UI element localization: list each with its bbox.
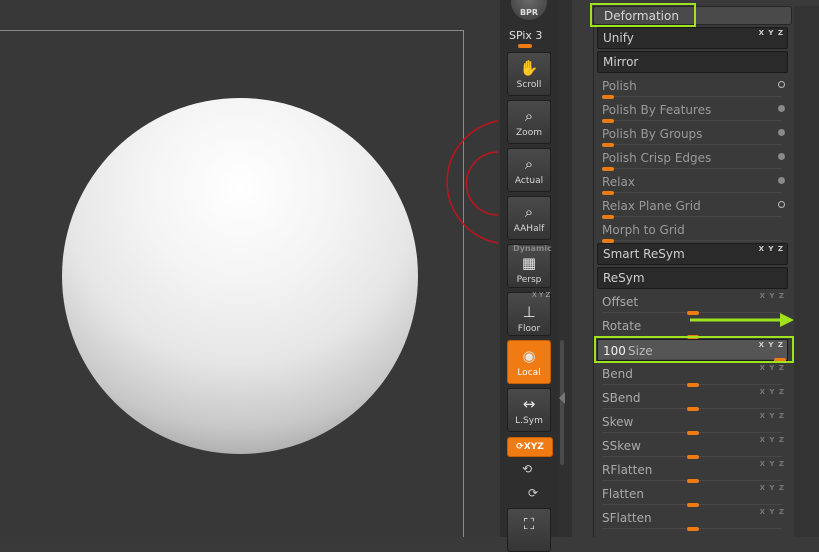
rotate-y-icon[interactable]: ⟲ bbox=[522, 462, 532, 476]
dynamic-label: Dynamic bbox=[513, 244, 552, 253]
toggle-dot-icon[interactable] bbox=[778, 153, 785, 160]
morph-to-grid-slider[interactable]: Morph to Grid bbox=[597, 219, 788, 243]
frame-icon: ⛶ bbox=[523, 515, 535, 533]
title-highlight-box bbox=[590, 3, 696, 27]
slider-track bbox=[602, 120, 782, 121]
frame-button[interactable]: ⛶ bbox=[507, 508, 551, 552]
polish-by-features-slider[interactable]: Polish By Features bbox=[597, 99, 788, 123]
slider-track bbox=[602, 192, 782, 193]
hand-icon: ✋ bbox=[519, 59, 539, 77]
polish-by-features-label: Polish By Features bbox=[602, 103, 712, 117]
resym-button[interactable]: ReSym bbox=[597, 267, 788, 289]
slider-track bbox=[602, 216, 782, 217]
axis-toggle-icon[interactable]: X Y Z bbox=[760, 364, 785, 372]
magnifier-icon: ⌕ bbox=[524, 203, 534, 221]
polish-by-groups-label: Polish By Groups bbox=[602, 127, 703, 141]
magnifier-icon: ⌕ bbox=[524, 155, 534, 173]
shelf-scrollbar[interactable] bbox=[558, 0, 572, 537]
rotate-label: Rotate bbox=[602, 319, 642, 333]
morph-to-grid-label: Morph to Grid bbox=[602, 223, 685, 237]
polish-crisp-edges-slider[interactable]: Polish Crisp Edges bbox=[597, 147, 788, 171]
lsym-button[interactable]: ↔ L.Sym bbox=[507, 388, 551, 432]
toggle-dot-icon[interactable] bbox=[778, 105, 785, 112]
axis-toggle-icon[interactable]: X Y Z bbox=[760, 436, 785, 444]
bend-slider[interactable]: Bend X Y Z bbox=[597, 363, 788, 387]
polish-by-groups-slider[interactable]: Polish By Groups bbox=[597, 123, 788, 147]
slider-knob[interactable] bbox=[687, 527, 699, 531]
axis-toggle-icon[interactable]: X Y Z bbox=[759, 245, 784, 253]
floor-axes-label[interactable]: X Y Z bbox=[532, 291, 550, 299]
floor-icon: ⊥ bbox=[522, 303, 536, 321]
axis-toggle-icon[interactable]: X Y Z bbox=[760, 460, 785, 468]
slider-track bbox=[602, 240, 782, 241]
offset-slider[interactable]: Offset X Y Z bbox=[597, 291, 788, 315]
sflatten-slider[interactable]: SFlatten X Y Z bbox=[597, 507, 788, 531]
xyz-rotate-button[interactable]: ⟳XYZ bbox=[507, 437, 553, 457]
smart-resym-label: Smart ReSym bbox=[603, 247, 685, 261]
slider-track bbox=[602, 144, 782, 145]
mirror-label: Mirror bbox=[603, 55, 639, 69]
toggle-dot-icon[interactable] bbox=[778, 81, 785, 88]
bend-label: Bend bbox=[602, 367, 633, 381]
skew-slider[interactable]: Skew X Y Z bbox=[597, 411, 788, 435]
toggle-dot-icon[interactable] bbox=[778, 129, 785, 136]
axis-toggle-icon[interactable]: X Y Z bbox=[759, 29, 784, 37]
sflatten-label: SFlatten bbox=[602, 511, 652, 525]
mirror-button[interactable]: Mirror bbox=[597, 51, 788, 73]
rotate-icon: ⟳ bbox=[516, 442, 524, 452]
polish-slider[interactable]: Polish bbox=[597, 75, 788, 99]
relax-slider[interactable]: Relax bbox=[597, 171, 788, 195]
toggle-dot-icon[interactable] bbox=[778, 177, 785, 184]
axis-toggle-icon[interactable]: X Y Z bbox=[760, 484, 785, 492]
magnifier-icon: ⌕ bbox=[524, 107, 534, 125]
sskew-label: SSkew bbox=[602, 439, 641, 453]
polish-crisp-edges-label: Polish Crisp Edges bbox=[602, 151, 712, 165]
slider-track bbox=[602, 168, 782, 169]
sphere-mesh[interactable] bbox=[62, 98, 418, 454]
axis-toggle-icon[interactable]: X Y Z bbox=[760, 388, 785, 396]
local-icon: ◉ bbox=[522, 347, 536, 365]
spix-label[interactable]: SPix 3 bbox=[509, 29, 542, 42]
axis-toggle-icon[interactable]: X Y Z bbox=[760, 292, 785, 300]
unify-label: Unify bbox=[603, 31, 634, 45]
slider-track bbox=[602, 96, 782, 97]
symmetry-icon: ↔ bbox=[522, 395, 536, 413]
rflatten-label: RFlatten bbox=[602, 463, 653, 477]
sbend-slider[interactable]: SBend X Y Z bbox=[597, 387, 788, 411]
relax-plane-grid-slider[interactable]: Relax Plane Grid bbox=[597, 195, 788, 219]
rotate-z-icon[interactable]: ⟳ bbox=[528, 486, 538, 500]
size-highlight-box bbox=[594, 336, 794, 363]
sskew-slider[interactable]: SSkew X Y Z bbox=[597, 435, 788, 459]
grid-icon: ▦ bbox=[521, 254, 537, 272]
palette-scrollbar[interactable] bbox=[794, 6, 819, 537]
actual-button[interactable]: ⌕ Actual bbox=[507, 148, 551, 192]
unify-button[interactable]: Unify X Y Z bbox=[597, 27, 788, 49]
flatten-label: Flatten bbox=[602, 487, 644, 501]
polish-label: Polish bbox=[602, 79, 637, 93]
sbend-label: SBend bbox=[602, 391, 641, 405]
axis-toggle-icon[interactable]: X Y Z bbox=[760, 508, 785, 516]
scroll-button[interactable]: ✋ Scroll bbox=[507, 52, 551, 96]
smart-resym-button[interactable]: Smart ReSym X Y Z bbox=[597, 243, 788, 265]
aahalf-button[interactable]: ⌕ AAHalf bbox=[507, 196, 551, 240]
skew-label: Skew bbox=[602, 415, 634, 429]
collapse-arrow-icon[interactable] bbox=[559, 392, 565, 404]
spix-slider[interactable] bbox=[518, 44, 532, 48]
document-viewport[interactable] bbox=[0, 0, 500, 537]
zoom-button[interactable]: ⌕ Zoom bbox=[507, 100, 551, 144]
rflatten-slider[interactable]: RFlatten X Y Z bbox=[597, 459, 788, 483]
axis-toggle-icon[interactable]: X Y Z bbox=[760, 412, 785, 420]
local-button[interactable]: ◉ Local bbox=[507, 340, 551, 384]
relax-label: Relax bbox=[602, 175, 635, 189]
offset-label: Offset bbox=[602, 295, 639, 309]
rotate-slider[interactable]: Rotate bbox=[597, 315, 788, 339]
toggle-dot-icon[interactable] bbox=[778, 201, 785, 208]
resym-label: ReSym bbox=[603, 271, 645, 285]
relax-plane-grid-label: Relax Plane Grid bbox=[602, 199, 701, 213]
flatten-slider[interactable]: Flatten X Y Z bbox=[597, 483, 788, 507]
